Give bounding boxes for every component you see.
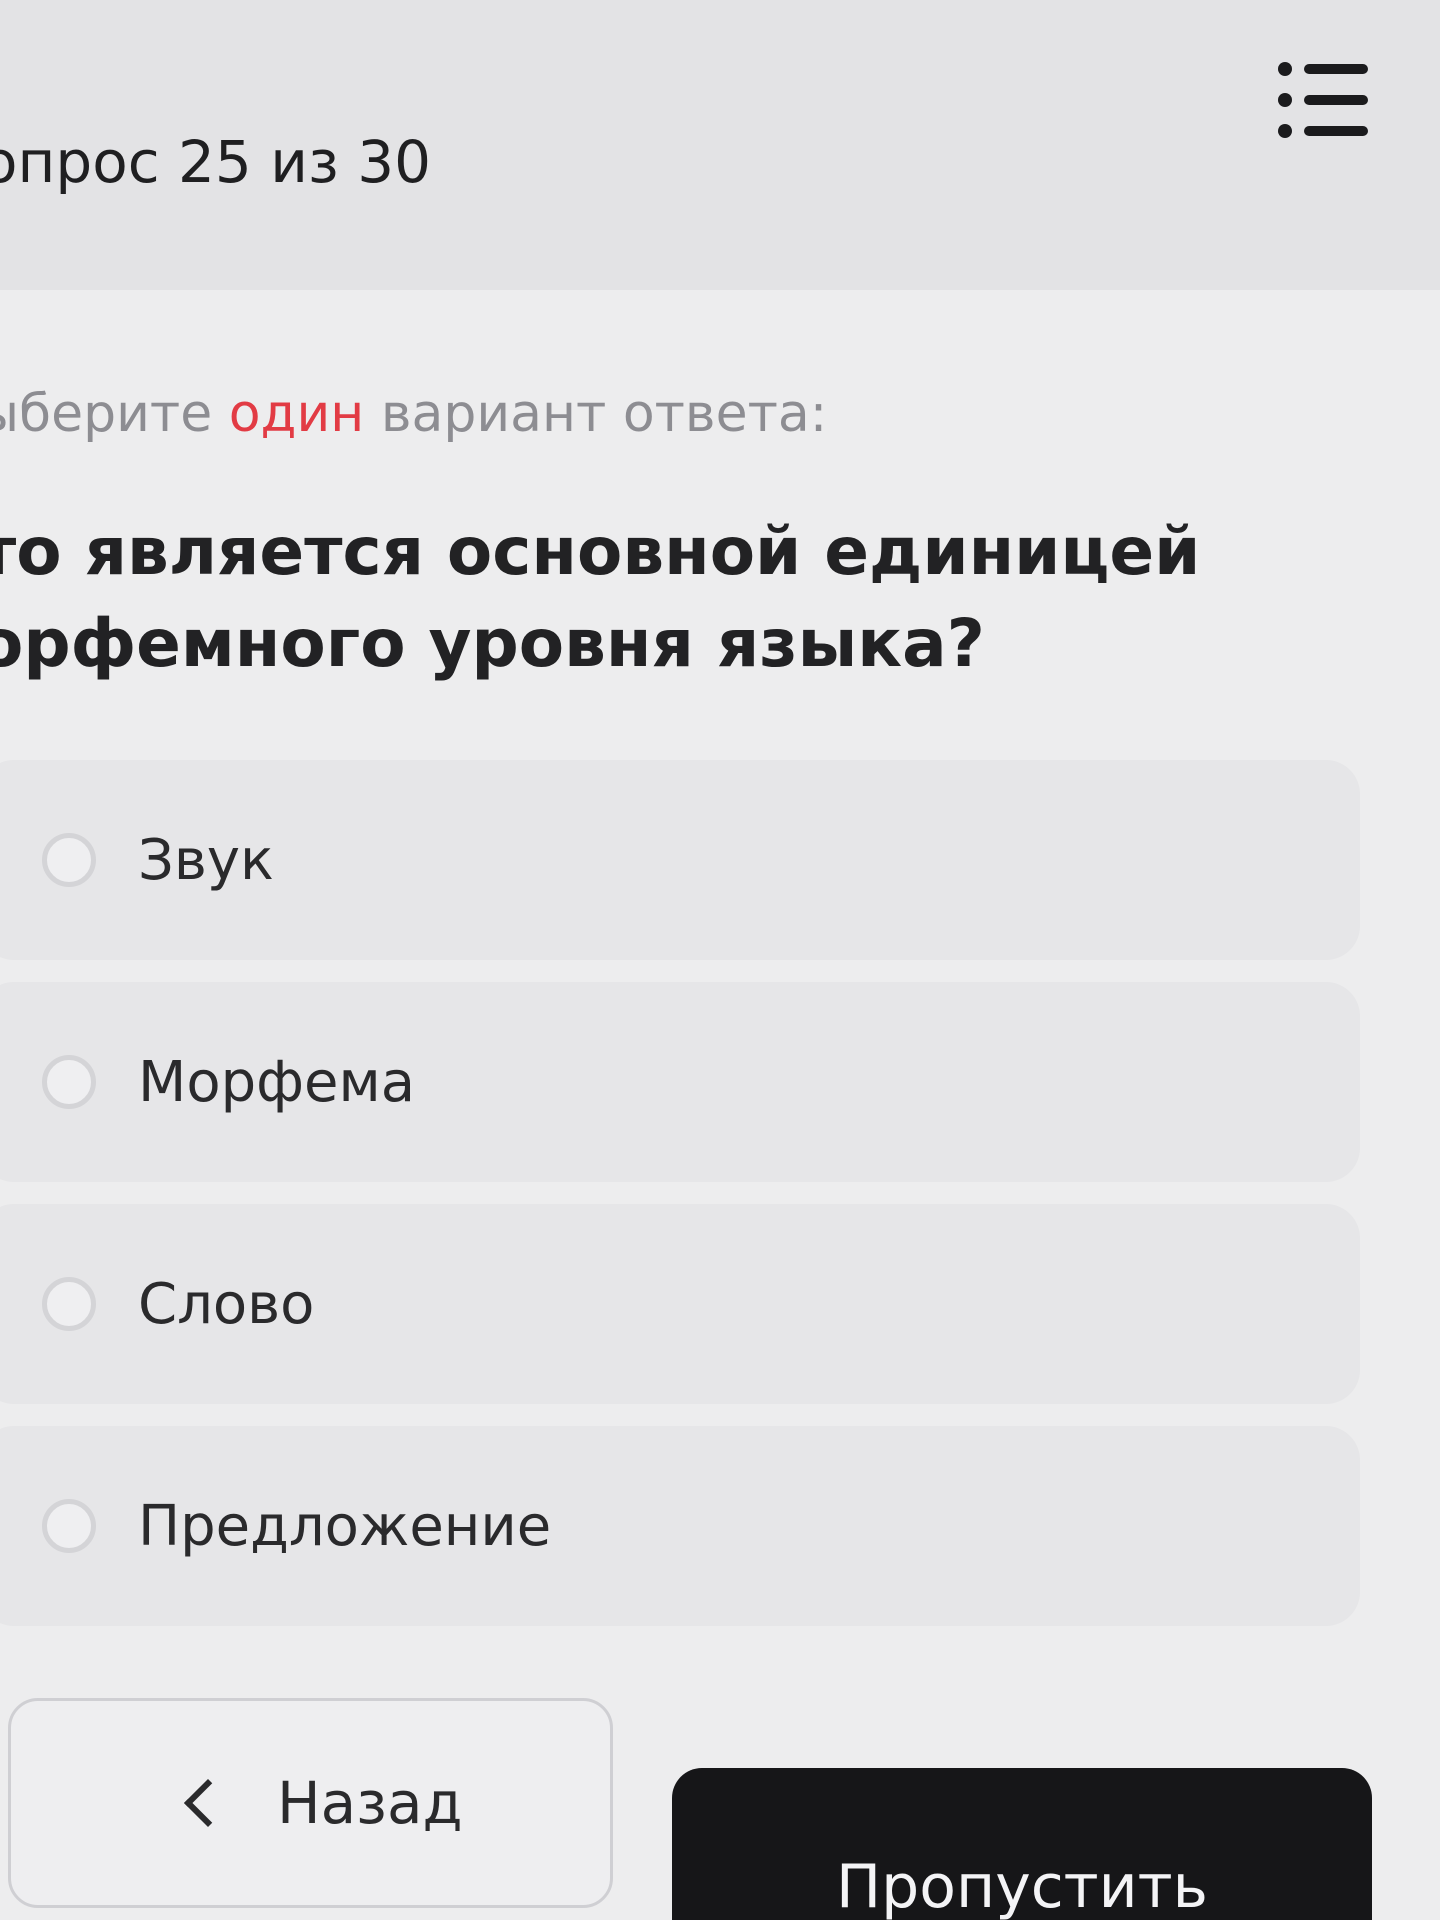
radio-button[interactable]: [42, 833, 96, 887]
option-label: Морфема: [138, 1049, 416, 1115]
question-text: то является основной единицей орфемного …: [0, 506, 1238, 690]
header: опрос 25 из 30: [0, 0, 1440, 290]
question-card: ыберите один вариант ответа: то является…: [0, 290, 1440, 1920]
instruction-accent: один: [228, 384, 365, 444]
option-slovo[interactable]: Слово: [0, 1204, 1360, 1404]
skip-button[interactable]: Пропустить: [672, 1768, 1372, 1920]
question-line-2: орфемного уровня языка?: [0, 605, 985, 682]
instruction-prefix: ыберите: [0, 384, 229, 444]
option-zvuk[interactable]: Звук: [0, 760, 1360, 960]
menu-button[interactable]: [1262, 50, 1382, 150]
radio-button[interactable]: [42, 1277, 96, 1331]
quiz-screen: опрос 25 из 30 ыберите один вариант отве…: [0, 0, 1440, 1920]
back-button[interactable]: Назад: [8, 1698, 613, 1908]
skip-button-label: Пропустить: [836, 1852, 1208, 1920]
option-label: Предложение: [138, 1493, 552, 1559]
radio-button[interactable]: [42, 1055, 96, 1109]
option-predlozhenie[interactable]: Предложение: [0, 1426, 1360, 1626]
option-morfema[interactable]: Морфема: [0, 982, 1360, 1182]
question-line-1: то является основной единицей: [0, 513, 1201, 590]
option-label: Звук: [138, 827, 274, 893]
answer-instruction: ыберите один вариант ответа:: [0, 384, 827, 444]
radio-button[interactable]: [42, 1499, 96, 1553]
question-counter: опрос 25 из 30: [0, 128, 432, 196]
instruction-suffix: вариант ответа:: [364, 384, 828, 444]
chevron-left-icon: [183, 1778, 233, 1828]
option-label: Слово: [138, 1271, 315, 1337]
back-button-label: Назад: [277, 1769, 463, 1837]
